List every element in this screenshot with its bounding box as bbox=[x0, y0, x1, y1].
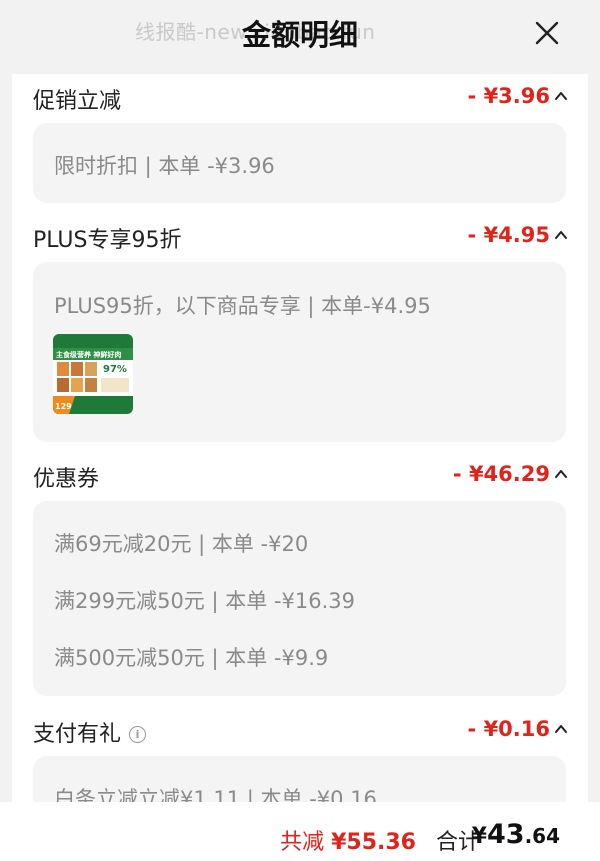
close-icon bbox=[535, 21, 559, 45]
section-amount: - ¥0.16 bbox=[467, 717, 550, 741]
chevron-up-icon[interactable] bbox=[554, 228, 568, 242]
section-plus: PLUS专享95折 - ¥4.95 PLUS95折，以下商品专享 | 本单-¥4… bbox=[12, 216, 588, 442]
detail-box: 白条立减立减¥1.11 | 本单 -¥0.16 bbox=[33, 756, 566, 802]
section-amount: - ¥4.95 bbox=[467, 223, 550, 247]
svg-text:主食级营养 神鲜好肉: 主食级营养 神鲜好肉 bbox=[56, 350, 121, 359]
savings-amount: ¥55.36 bbox=[331, 830, 416, 855]
svg-text:129: 129 bbox=[55, 402, 72, 411]
chevron-up-icon[interactable] bbox=[554, 89, 568, 103]
chevron-up-icon[interactable] bbox=[554, 467, 568, 481]
detail-box: 满69元减20元 | 本单 -¥20 满299元减50元 | 本单 -¥16.3… bbox=[33, 501, 566, 696]
detail-line: 满500元减50元 | 本单 -¥9.9 bbox=[54, 646, 329, 670]
section-header[interactable]: 支付有礼 i - ¥0.16 bbox=[12, 710, 588, 754]
section-payment-gift: 支付有礼 i - ¥0.16 白条立减立减¥1.11 | 本单 -¥0.16 bbox=[12, 710, 588, 802]
detail-panel: 促销立减 - ¥3.96 限时折扣 | 本单 -¥3.96 PLUS专享95折 … bbox=[12, 74, 588, 802]
product-image: 主食级营养 神鲜好肉 97% 129 bbox=[53, 334, 133, 414]
svg-text:97%: 97% bbox=[103, 364, 127, 375]
close-button[interactable] bbox=[530, 16, 564, 50]
section-amount: - ¥46.29 bbox=[452, 462, 550, 486]
footer-summary: 共减 ¥55.36 合计 ¥43.64 bbox=[0, 802, 600, 861]
detail-box: 限时折扣 | 本单 -¥3.96 bbox=[33, 123, 566, 203]
info-icon[interactable]: i bbox=[129, 726, 147, 743]
detail-line: 白条立减立减¥1.11 | 本单 -¥0.16 bbox=[54, 787, 377, 802]
detail-line: 满69元减20元 | 本单 -¥20 bbox=[54, 532, 309, 556]
section-title: PLUS专享95折 bbox=[33, 228, 182, 253]
header: 线报酷-new.xianbao.fun 金额明细 bbox=[0, 0, 600, 72]
section-title: 促销立减 bbox=[33, 89, 122, 114]
chevron-up-icon[interactable] bbox=[554, 722, 568, 736]
section-amount: - ¥3.96 bbox=[467, 84, 550, 108]
section-header[interactable]: 优惠券 - ¥46.29 bbox=[12, 455, 588, 499]
detail-box: PLUS95折，以下商品专享 | 本单-¥4.95 主食级营养 神鲜好肉 97% bbox=[33, 262, 566, 442]
detail-line: 限时折扣 | 本单 -¥3.96 bbox=[54, 154, 275, 178]
section-title-text: 支付有礼 bbox=[33, 722, 122, 747]
total-currency: ¥ bbox=[471, 824, 487, 849]
total-amount: ¥43.64 bbox=[472, 819, 560, 850]
total-savings: 共减 ¥55.36 bbox=[280, 824, 416, 856]
total-integer: 43 bbox=[486, 819, 525, 850]
savings-label: 共减 bbox=[280, 830, 325, 855]
section-header[interactable]: PLUS专享95折 - ¥4.95 bbox=[12, 216, 588, 260]
detail-line: PLUS95折，以下商品专享 | 本单-¥4.95 bbox=[54, 294, 431, 318]
product-thumbnail[interactable]: 主食级营养 神鲜好肉 97% 129 bbox=[53, 334, 133, 414]
page-title: 金额明细 bbox=[241, 18, 358, 52]
section-title: 优惠券 bbox=[33, 467, 100, 492]
section-promotion: 促销立减 - ¥3.96 限时折扣 | 本单 -¥3.96 bbox=[12, 77, 588, 203]
section-coupons: 优惠券 - ¥46.29 满69元减20元 | 本单 -¥20 满299元减50… bbox=[12, 455, 588, 696]
section-title: 支付有礼 i bbox=[33, 716, 147, 748]
detail-line: 满299元减50元 | 本单 -¥16.39 bbox=[54, 589, 355, 613]
total-decimal: .64 bbox=[524, 824, 560, 848]
section-header[interactable]: 促销立减 - ¥3.96 bbox=[12, 77, 588, 121]
